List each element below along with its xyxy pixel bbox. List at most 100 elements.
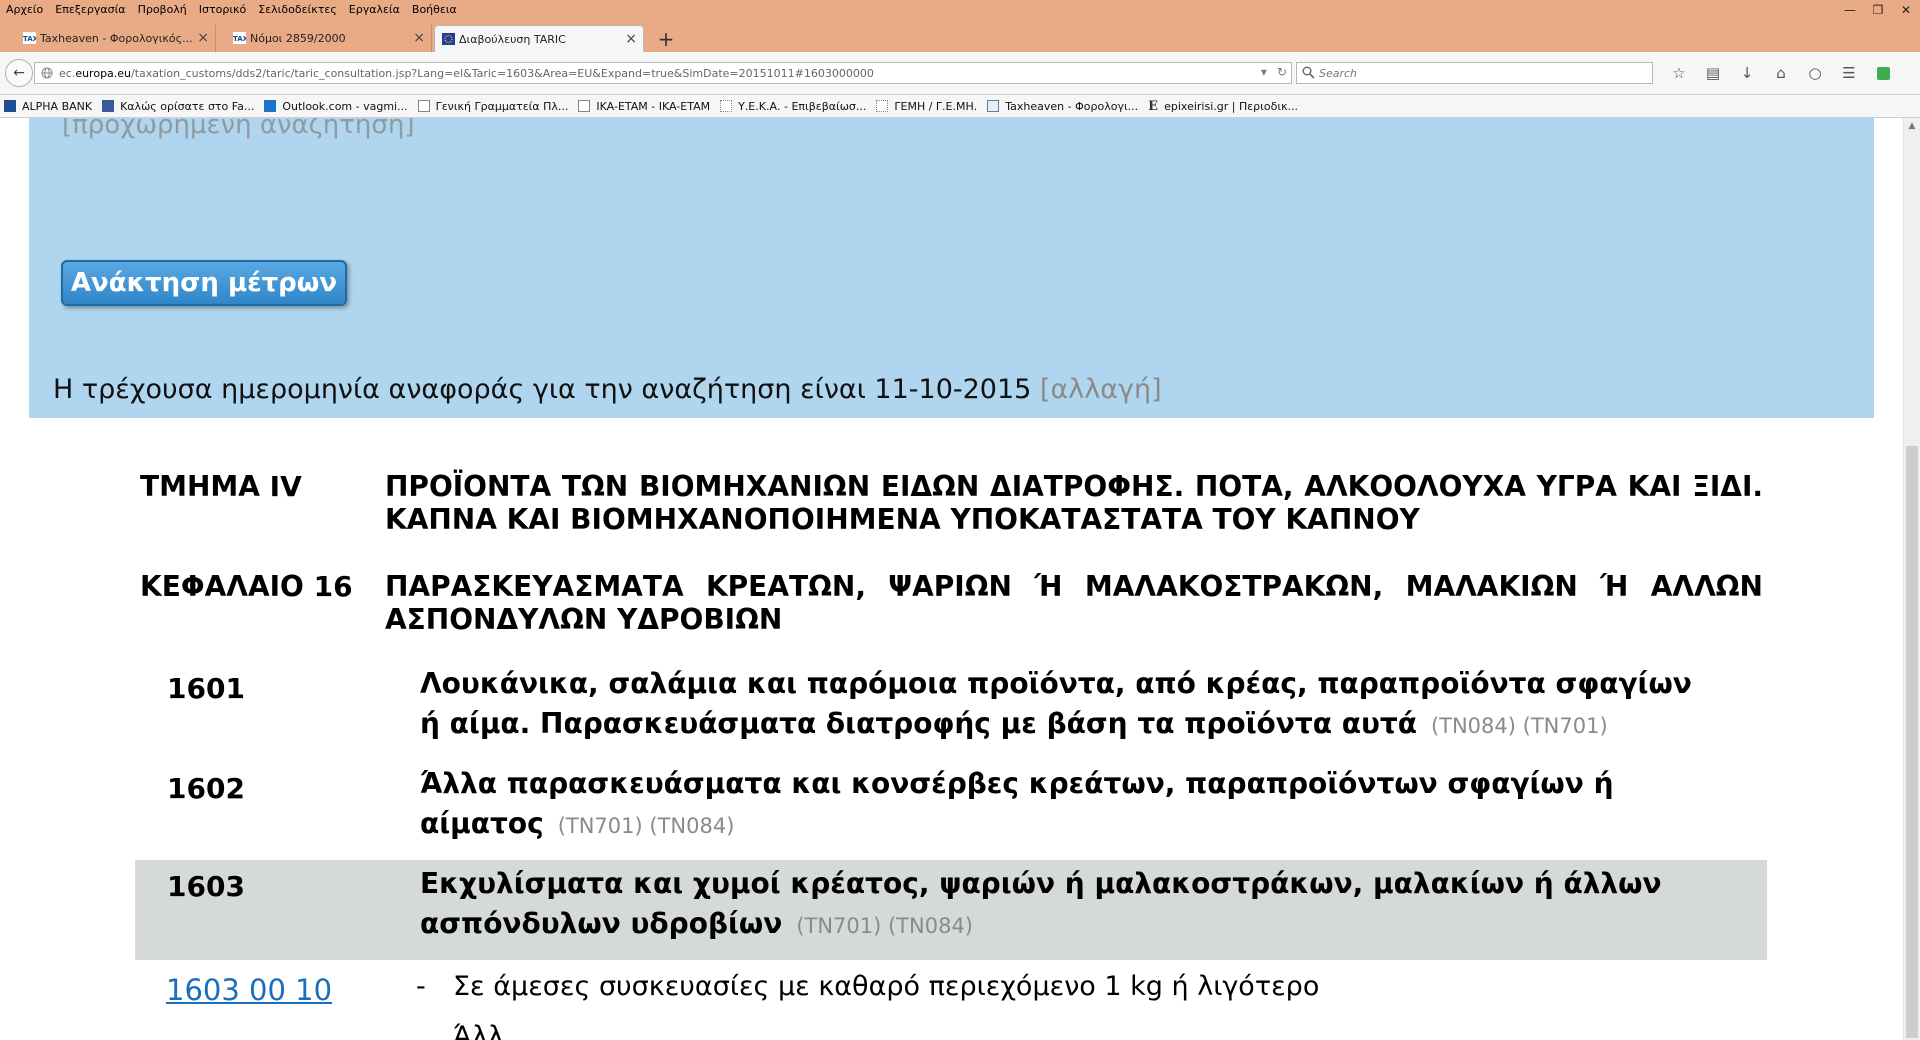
section-title: ΠΡΟΪΟΝΤΑ ΤΩΝ ΒΙΟΜΗΧΑΝΙΩΝ ΕΙΔΩΝ ΔΙΑΤΡΟΦΗΣ… [385, 470, 1763, 536]
url-controls: ▾ ↻ [1261, 65, 1287, 79]
chat-icon[interactable]: ○ [1798, 62, 1832, 84]
heading-row-1601[interactable]: 1601 Λουκάνικα, σαλάμια και παρόμοια προ… [135, 664, 1767, 760]
bookmark-alpha-bank[interactable]: ALPHA BANK [4, 100, 92, 113]
bookmark-label: Γενική Γραμματεία Πλ... [435, 99, 569, 113]
search-placeholder: Search [1319, 66, 1358, 80]
subheading-code-link[interactable]: 1603 00 10 [166, 973, 332, 1007]
new-tab-button[interactable]: + [654, 25, 678, 52]
next-subheading-text: Άλλ [453, 1021, 504, 1040]
svg-text:TAX: TAX [233, 35, 246, 43]
section-label: ΤΜΗΜΑ IV [140, 470, 302, 503]
bookmarks-bar: ALPHA BANK Καλώς ορίσατε στο Fa... Outlo… [0, 95, 1920, 118]
bookmark-label: ΓΕΜΗ / Γ.Ε.ΜΗ. [894, 99, 978, 113]
heading-text: Λουκάνικα, σαλάμια και παρόμοια προϊόντα… [420, 664, 1720, 744]
footnote-links[interactable]: (TN701) (TN084) [796, 914, 973, 938]
heading-description: Εκχυλίσματα και χυμοί κρέατος, ψαριών ή … [420, 867, 1662, 940]
page-icon [720, 100, 733, 112]
url-path: /taxation_customs/dds2/taric/taric_consu… [131, 66, 874, 80]
bookmark-label: Taxheaven - Φορολογι... [1005, 99, 1139, 113]
toolbar-icons: ☆ ▤ ↓ ⌂ ○ ☰ [1662, 62, 1900, 84]
taxheaven-favicon-icon: TAX [233, 32, 246, 44]
advanced-search-link[interactable]: [προχωρημένη αναζήτηση] [62, 118, 415, 140]
close-tab-icon[interactable]: × [625, 31, 637, 47]
nav-bar: ← ec. europa.eu/taxation_customs/dds2/tar… [0, 52, 1920, 95]
url-bar[interactable]: ec. europa.eu/taxation_customs/dds2/taric… [34, 62, 1292, 84]
menu-view[interactable]: Προβολή [132, 3, 193, 16]
page-scrollbar[interactable]: ▲ [1903, 118, 1920, 1040]
svg-text:TAX: TAX [23, 35, 36, 43]
reference-date-text: Η τρέχουσα ημερομηνία αναφοράς για την α… [53, 374, 1032, 405]
bookmark-label: Υ.Ε.Κ.Α. - Επιβεβαίωσ... [738, 99, 867, 113]
indent-dash: - [416, 971, 426, 1002]
page-content: [προχωρημένη αναζήτηση] Ανάκτηση μέτρων … [0, 118, 1903, 1040]
menu-help[interactable]: Βοήθεια [406, 3, 463, 16]
menu-tools[interactable]: Εργαλεία [343, 3, 406, 16]
minimize-icon[interactable]: — [1836, 0, 1864, 19]
subheading-text: Σε άμεσες συσκευασίες με καθαρό περιεχόμ… [453, 971, 1320, 1002]
close-tab-icon[interactable]: × [197, 30, 209, 46]
bank-icon [4, 100, 16, 112]
addon-icon[interactable] [1866, 62, 1900, 84]
heading-text: Άλλα παρασκευάσματα και κονσέρβες κρεάτω… [420, 764, 1720, 844]
reading-list-icon[interactable]: ▤ [1696, 62, 1730, 84]
menu-bar: Αρχείο Επεξεργασία Προβολή Ιστορικό Σελι… [0, 0, 1920, 19]
close-tab-icon[interactable]: × [413, 30, 425, 46]
heading-code: 1602 [167, 772, 245, 805]
footnote-links[interactable]: (TN701) (TN084) [558, 814, 735, 838]
epixeirisi-icon: E [1148, 98, 1159, 114]
tab-taric[interactable]: Διαβούλευση TARIC × [434, 25, 644, 52]
bookmark-label: epixeirisi.gr | Περιοδικ... [1164, 99, 1299, 113]
footnote-links[interactable]: (TN084) (TN701) [1431, 714, 1608, 738]
change-date-link[interactable]: [αλλαγή] [1040, 374, 1162, 405]
heading-text: Εκχυλίσματα και χυμοί κρέατος, ψαριών ή … [420, 864, 1720, 944]
tab-label: Taxheaven - Φορολογικός... [40, 32, 193, 45]
bookmark-outlook[interactable]: Outlook.com - vagmi... [264, 100, 408, 113]
bookmark-star-icon[interactable]: ☆ [1662, 62, 1696, 84]
retrieve-measures-button[interactable]: Ανάκτηση μέτρων [61, 260, 347, 306]
bookmark-gen-gram[interactable]: Γενική Γραμματεία Πλ... [417, 99, 569, 113]
restore-icon[interactable]: ❐ [1864, 0, 1892, 19]
page-icon [417, 100, 430, 112]
menu-edit[interactable]: Επεξεργασία [49, 3, 131, 16]
bookmark-label: ALPHA BANK [22, 99, 93, 113]
eu-flag-icon [442, 33, 455, 45]
bookmark-facebook[interactable]: Καλώς ορίσατε στο Fa... [102, 100, 254, 113]
bookmark-ika[interactable]: IKA-ETAM - IKA-ETAM [578, 100, 710, 113]
menu-file[interactable]: Αρχείο [0, 3, 49, 16]
scrollbar-thumb[interactable] [1906, 446, 1918, 1038]
close-window-icon[interactable]: ✕ [1892, 0, 1920, 19]
tab-strip: TAX Taxheaven - Φορολογικός... × TAX Νόμ… [0, 19, 1920, 52]
download-icon[interactable]: ↓ [1730, 62, 1764, 84]
menu-hamburger-icon[interactable]: ☰ [1832, 62, 1866, 84]
page-icon [876, 100, 889, 112]
window-controls: — ❐ ✕ [1836, 0, 1920, 19]
home-icon[interactable]: ⌂ [1764, 62, 1798, 84]
heading-row-1603[interactable]: 1603 Εκχυλίσματα και χυμοί κρέατος, ψαρι… [135, 860, 1767, 960]
menu-bookmarks[interactable]: Σελιδοδείκτες [252, 3, 343, 16]
bookmark-epixeirisi[interactable]: Eepixeirisi.gr | Περιοδικ... [1148, 99, 1298, 114]
dropdown-icon[interactable]: ▾ [1261, 65, 1267, 79]
search-panel: [προχωρημένη αναζήτηση] Ανάκτηση μέτρων … [29, 118, 1874, 418]
menu-history[interactable]: Ιστορικό [193, 3, 253, 16]
bookmark-gemh[interactable]: ΓΕΜΗ / Γ.Ε.ΜΗ. [876, 100, 977, 113]
url-prefix: ec. [59, 66, 76, 80]
url-domain: europa.eu [75, 66, 132, 80]
reload-icon[interactable]: ↻ [1277, 65, 1287, 79]
search-icon [1302, 66, 1315, 79]
bookmark-yeka[interactable]: Υ.Ε.Κ.Α. - Επιβεβαίωσ... [720, 100, 866, 113]
search-input[interactable]: Search [1296, 62, 1653, 84]
tab-label: Διαβούλευση TARIC [459, 32, 566, 46]
page-icon [578, 100, 591, 112]
bookmark-taxheaven[interactable]: Taxheaven - Φορολογι... [987, 100, 1138, 113]
heading-row-1602[interactable]: 1602 Άλλα παρασκευάσματα και κονσέρβες κ… [135, 764, 1767, 860]
tab-nomoi[interactable]: TAX Νόμοι 2859/2000 × [226, 25, 432, 52]
tab-taxheaven[interactable]: TAX Taxheaven - Φορολογικός... × [16, 25, 216, 52]
bookmark-label: IKA-ETAM - IKA-ETAM [596, 99, 711, 113]
chapter-title: ΠΑΡΑΣΚΕΥΑΣΜΑΤΑ ΚΡΕΑΤΩΝ, ΨΑΡΙΩΝ Ή ΜΑΛΑΚΟΣ… [385, 570, 1763, 636]
heading-code: 1603 [167, 870, 245, 903]
scroll-up-icon[interactable]: ▲ [1904, 118, 1920, 134]
globe-icon [41, 67, 53, 79]
taxheaven-favicon-icon: TAX [23, 32, 36, 44]
back-arrow-icon: ← [13, 65, 25, 81]
back-button[interactable]: ← [5, 59, 33, 87]
